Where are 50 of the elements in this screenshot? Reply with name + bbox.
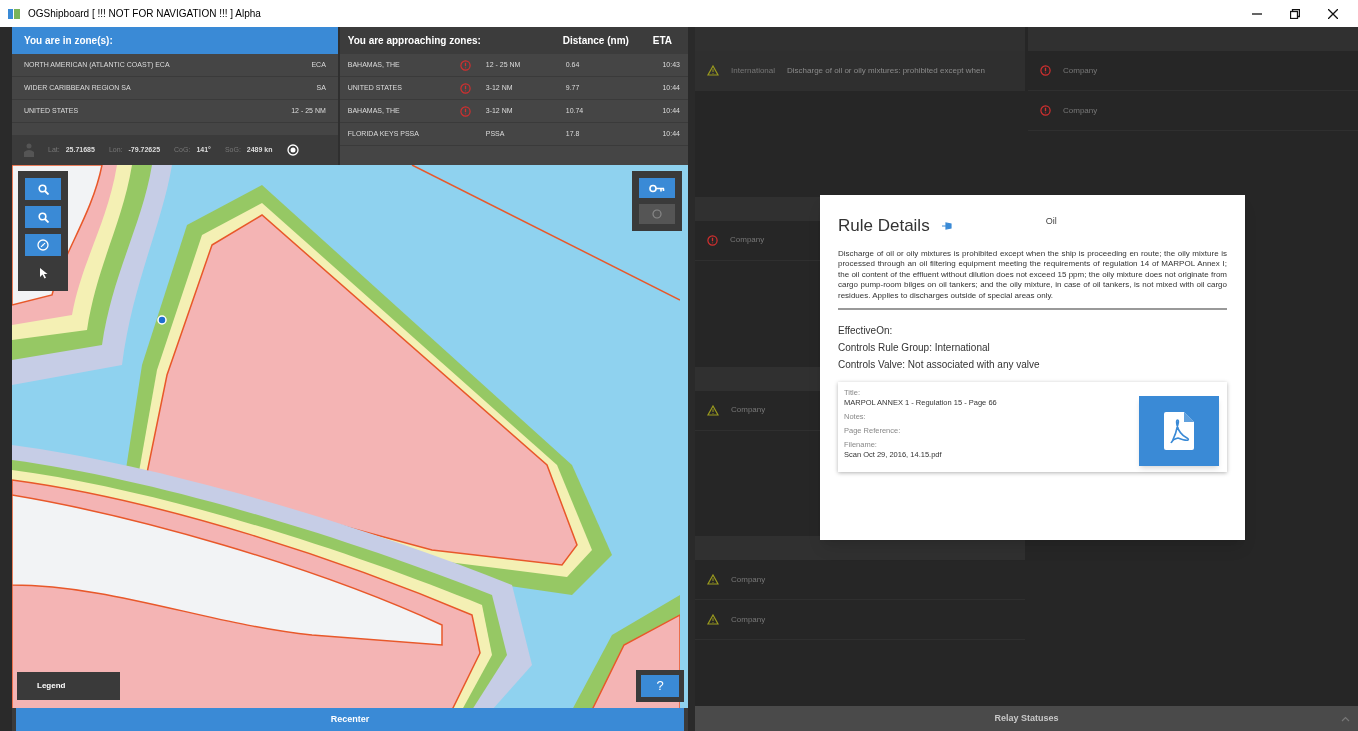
warning-icon <box>707 65 719 76</box>
compass-button[interactable] <box>25 234 61 256</box>
close-icon[interactable] <box>1328 8 1338 19</box>
zoom-out-button[interactable] <box>25 206 61 228</box>
help-button[interactable]: ? <box>641 675 679 697</box>
rule-description: Discharge of oil or oily mixtures is prohibited except when the ship is proceeding en route; the oily mixture is processed through an oil filtering equipment meeting the requirements of regulation 14 of MARPOL Annex I; the oil content of the effluent without dilution does not exceed 15 ppm; the oily mixture does not originate from cargo pump-room bilges on oil tankers; and the oily mixture, in case of oil tankers, is not mixed with oil cargo residues. Applies to discharges outside of special areas only. <box>838 248 1227 301</box>
table-header: Distance (nm) <box>562 34 630 48</box>
rule-group: Company <box>730 234 765 247</box>
rule-summary: Discharge of oil or oily mixtures: prohibited except when <box>787 65 986 76</box>
table-header: You are approaching zones: <box>347 34 482 48</box>
target-icon[interactable] <box>286 144 299 156</box>
dialog-title: Rule Details <box>838 215 930 237</box>
warning-icon <box>707 404 719 416</box>
zoom-in-button[interactable] <box>25 178 61 200</box>
rule-group: Company <box>731 573 766 586</box>
restore-icon[interactable] <box>1290 8 1300 19</box>
warning-icon <box>707 574 719 586</box>
rule-property: Controls Rule Group: International <box>838 341 991 355</box>
legend-button[interactable]: Legend <box>17 672 120 700</box>
rule-group: Company <box>1063 64 1098 77</box>
chevron-up-icon[interactable] <box>1341 715 1350 722</box>
zone-header: You are in zone(s): <box>12 27 338 54</box>
key-button[interactable] <box>639 178 675 198</box>
cursor-icon <box>38 267 48 279</box>
compass-icon <box>37 239 49 251</box>
rule-property: Controls Valve: Not associated with any valve <box>838 358 1041 372</box>
pdf-icon <box>1164 412 1194 450</box>
key-icon <box>649 183 665 193</box>
recenter-button[interactable]: Recenter <box>16 708 684 731</box>
rule-group: Company <box>1063 104 1098 117</box>
person-icon <box>24 143 34 157</box>
alert-icon <box>1040 105 1051 116</box>
rule-property: EffectiveOn: <box>838 324 894 338</box>
search-icon <box>37 211 49 223</box>
warning-icon <box>707 614 719 626</box>
alert-icon <box>707 234 718 246</box>
alert-icon <box>1040 65 1051 76</box>
rule-group: International <box>731 64 776 77</box>
map-drawing[interactable] <box>12 165 680 708</box>
relay-statuses-label: Relay Statuses <box>994 711 1059 725</box>
globe-icon <box>652 209 662 219</box>
rule-group: Company <box>731 404 766 416</box>
table-header: ETA <box>652 34 673 48</box>
pin-icon[interactable] <box>941 221 954 230</box>
pdf-button[interactable] <box>1139 396 1219 466</box>
window-title: OGShipboard [ !!! NOT FOR NAVIGATION !!! ] Alpha <box>28 7 261 21</box>
search-icon <box>37 183 49 195</box>
category-label: Oil <box>1045 215 1057 228</box>
rule-group: Company <box>731 613 766 626</box>
app-icon <box>8 7 20 20</box>
